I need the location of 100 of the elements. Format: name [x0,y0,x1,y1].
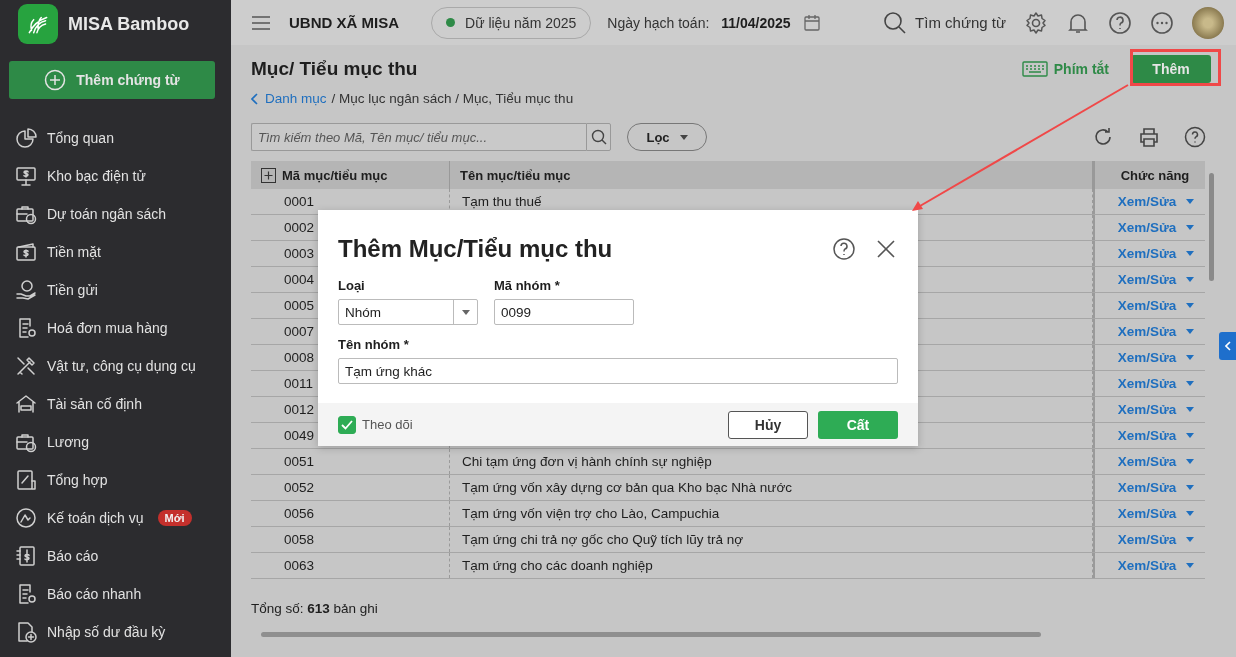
caret-icon[interactable] [1186,199,1195,204]
breadcrumb-link[interactable]: Danh mục [251,91,327,106]
checkbox[interactable] [338,415,356,434]
view-edit-link[interactable]: Xem/Sửa [1117,220,1177,235]
caret-icon[interactable] [1186,433,1195,438]
table-cell: 0058 [251,527,450,552]
nav-label: Nhập số dư đầu kỳ [47,624,166,640]
view-edit-link[interactable]: Xem/Sửa [1117,272,1177,287]
keyboard-icon [1021,61,1048,77]
app-name: MISA Bamboo [68,13,190,35]
table-cell: Tạm ứng vốn xây dựng cơ bản qua Kho bạc Nhà nước [450,475,1093,500]
caret-icon[interactable] [1186,459,1195,464]
view-edit-link[interactable]: Xem/Sửa [1117,402,1177,417]
document-plus-icon [15,621,37,643]
dollar-document-icon [15,545,37,567]
organization-name: UBND XÃ MISA [289,14,399,31]
nav-label: Báo cáo [47,548,99,564]
field-label: Mã nhóm * [494,278,561,293]
posting-date[interactable]: 11/04/2025 [721,14,791,31]
pie-chart-icon [15,127,37,149]
view-edit-link[interactable]: Xem/Sửa [1117,428,1177,443]
calendar-icon[interactable] [802,13,821,32]
view-edit-link[interactable]: Xem/Sửa [1117,246,1177,261]
more-icon[interactable] [1150,10,1174,35]
plus-circle-icon [44,69,67,91]
view-edit-link[interactable]: Xem/Sửa [1117,454,1177,469]
coin-hand-icon [15,279,37,301]
view-edit-link[interactable]: Xem/Sửa [1117,350,1177,365]
refresh-icon[interactable] [1092,126,1114,148]
cancel-button[interactable]: Hủy [728,410,808,439]
help-icon[interactable] [1184,126,1206,148]
view-edit-link[interactable]: Xem/Sửa [1117,480,1177,495]
save-button[interactable]: Cất [818,410,898,439]
view-edit-link[interactable]: Xem/Sửa [1117,324,1177,339]
caret-icon[interactable] [1186,511,1195,516]
avatar[interactable] [1192,6,1224,39]
view-edit-link[interactable]: Xem/Sửa [1117,558,1177,573]
nav-label: Hoá đơn mua hàng [47,320,168,336]
search-button[interactable] [586,123,611,151]
nav-label: Kho bạc điện tử [47,168,146,184]
add-button[interactable]: Thêm [1131,55,1211,83]
date-label: Ngày hạch toán: [607,14,710,31]
record-count: Tổng số: 613 bản ghi [251,601,379,616]
print-icon[interactable] [1138,126,1160,148]
caret-icon[interactable] [1186,329,1195,334]
tools-icon [15,355,37,377]
search-field[interactable]: Tìm kiếm theo Mã, Tên mục/ tiểu mục... [251,123,586,151]
table-cell: 0051 [251,449,450,474]
view-edit-link[interactable]: Xem/Sửa [1117,194,1177,209]
add-document-button[interactable]: Thêm chứng từ [9,61,215,99]
table-cell: Tạm ứng chi trả nợ gốc cho Quỹ tích lũy trả nợ [450,527,1093,552]
caret-icon[interactable] [1186,355,1195,360]
search-icon [883,10,908,35]
nav-label: Tài sản cố định [47,396,142,412]
input-field[interactable]: Tạm ứng khác [338,358,898,384]
chevron-left-icon [251,92,259,105]
nav-label: Báo cáo nhanh [47,586,142,602]
search-icon [590,129,607,145]
close-icon[interactable] [876,239,896,259]
new-badge: Mới [157,510,192,526]
chevron-left-icon [1224,341,1231,351]
table-cell: Chi tạm ứng đơn vị hành chính sự nghiệp [450,449,1093,474]
expand-icon[interactable] [261,167,276,183]
menu-icon[interactable] [251,14,271,31]
check-icon [341,419,353,430]
side-panel-tab[interactable] [1219,332,1236,360]
page-title: Mục/ Tiểu mục thu [251,58,418,80]
view-edit-link[interactable]: Xem/Sửa [1117,532,1177,547]
nav-label: Kế toán dịch vụ [47,510,144,526]
monitor-icon [15,165,37,187]
nav-label: Tổng hợp [47,472,108,488]
column-header: Mã mục/tiểu mục [282,167,388,183]
caret-icon[interactable] [1186,251,1195,256]
input-field[interactable]: 0099 [494,299,634,325]
type-dropdown[interactable]: Nhóm [338,299,478,325]
banknote-icon [15,241,37,263]
caret-icon[interactable] [1186,381,1195,386]
caret-icon[interactable] [1186,537,1195,542]
shortcuts-link[interactable]: Phím tắt [1021,61,1109,77]
caret-icon[interactable] [1186,563,1195,568]
view-edit-link[interactable]: Xem/Sửa [1117,298,1177,313]
help-icon[interactable] [1108,10,1132,35]
document-search[interactable]: Tìm chứng từ [883,10,1006,35]
caret-icon[interactable] [1186,303,1195,308]
view-edit-link[interactable]: Xem/Sửa [1117,376,1177,391]
help-icon[interactable] [832,237,856,261]
view-edit-link[interactable]: Xem/Sửa [1117,506,1177,521]
caret-icon[interactable] [1186,225,1195,230]
table-cell: Tạm ứng cho các doanh nghiệp [450,553,1093,578]
scrollbar[interactable] [261,632,1041,637]
caret-icon [679,134,688,140]
nav-label: Dự toán ngân sách [47,206,167,222]
column-header: Tên mục/tiểu mục [460,167,571,183]
caret-icon[interactable] [1186,277,1195,282]
caret-icon[interactable] [1186,485,1195,490]
caret-icon[interactable] [1186,407,1195,412]
settings-icon[interactable] [1024,10,1048,35]
scrollbar[interactable] [1208,173,1214,281]
table-cell: 0052 [251,475,450,500]
breadcrumb-path: / Mục lục ngân sách / Mục, Tiểu mục thu [331,91,574,106]
